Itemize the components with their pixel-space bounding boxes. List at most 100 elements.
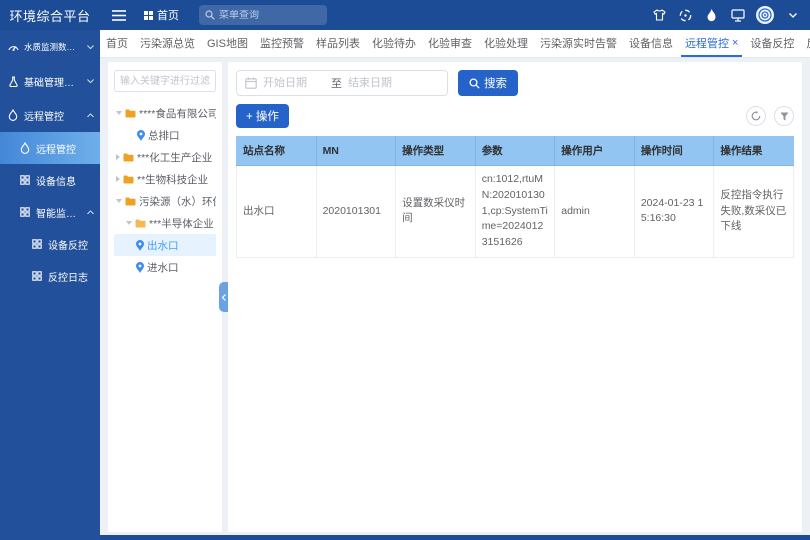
tree-node-label: **生物科技企业 [137,172,208,187]
sidebar-item-label: 远程管控 [24,108,83,123]
tree-node-label: 进水口 [147,260,179,275]
action-toolbar: + 操作 [236,104,794,128]
tree-node-epa-bureau[interactable]: 污染源（水）环保局 [114,190,216,212]
tab-gis-map[interactable]: GIS地图 [203,30,252,57]
sidebar-group-remote-control[interactable]: 远程管控 [0,98,100,132]
refresh-button[interactable] [746,106,766,126]
sidebar-item-device-info[interactable]: 设备信息 [0,164,100,196]
tab-bar: 首页 污染源总览 GIS地图 监控预警 样品列表 化验待办 化验审查 化验处理 … [100,30,810,58]
tab-monitor-warning[interactable]: 监控预警 [256,30,308,57]
sidebar-item-label: 设备反控 [48,237,95,252]
site-tree-panel: ****食品有限公司 总排口 ***化工生产企业 **生物科技企业 污染源（水）… [108,62,222,532]
menu-search[interactable] [199,5,327,25]
col-site-name: 站点名称 [237,136,317,166]
chevron-down-icon [87,79,95,84]
sidebar-item-label: 设备信息 [36,173,95,188]
app-title: 环境综合平台 [0,0,100,30]
tree-node-label: 出水口 [147,238,179,253]
filter-columns-button[interactable] [774,106,794,126]
footer-bar [0,535,810,540]
tree-filter-input[interactable] [114,70,216,92]
folder-icon [135,219,146,228]
sidebar-item-basic-management[interactable]: 基础管理系统 [0,64,100,98]
table-row[interactable]: 出水口 2020101301 设置数采仪时间 cn:1012,rtuMN:202… [237,166,794,258]
folder-icon [125,197,136,206]
col-op-time: 操作时间 [634,136,714,166]
tab-realtime-alarm[interactable]: 污染源实时告警 [536,30,621,57]
droplet-icon [8,109,20,121]
tab-reverse-control-log[interactable]: 反控日志 [802,30,810,57]
tree-node-company-semiconductor[interactable]: ***半导体企业 [114,212,216,234]
search-button-label: 搜索 [484,75,507,91]
search-button[interactable]: 搜索 [458,70,518,96]
end-date-input[interactable] [348,77,410,89]
table-header-row: 站点名称 MN 操作类型 参数 操作用户 操作时间 操作结果 [237,136,794,166]
avatar[interactable] [756,6,774,24]
tree-node-label: ***半导体企业 [149,216,214,231]
grid-icon [32,271,44,281]
tab-lab-process[interactable]: 化验处理 [480,30,532,57]
sidebar-item-water-quality-analysis[interactable]: 水质监测数据综合分析 [0,30,100,64]
tab-label: 远程管控 [685,35,729,51]
caret-right-icon[interactable] [116,176,120,182]
search-icon [205,10,215,20]
home-grid-icon [144,11,153,20]
tree-node-company-food[interactable]: ****食品有限公司 [114,102,216,124]
cell-params: cn:1012,rtuMN:2020101301,cp:SystemTime=2… [475,166,555,258]
tree-node-outlet[interactable]: 出水口 [114,234,216,256]
theme-shirt-icon[interactable] [652,8,667,23]
tab-home[interactable]: 首页 [102,30,132,57]
tree-node-inlet[interactable]: 进水口 [114,256,216,278]
col-params: 参数 [475,136,555,166]
tree-node-company-biotech[interactable]: **生物科技企业 [114,168,216,190]
close-icon[interactable]: × [732,37,738,49]
tree-node-label: ****食品有限公司 [139,106,216,121]
flask-icon [8,76,20,87]
panel-collapse-handle[interactable] [219,282,228,312]
operate-button[interactable]: + 操作 [236,104,289,128]
tab-pollution-overview[interactable]: 污染源总览 [136,30,199,57]
cell-op-user: admin [555,166,635,258]
breadcrumb-home[interactable]: 首页 [144,7,179,23]
tab-sample-list[interactable]: 样品列表 [312,30,364,57]
sidebar-item-device-reverse-control[interactable]: 设备反控 [0,228,100,260]
caret-down-icon[interactable] [116,199,122,203]
tab-device-info[interactable]: 设备信息 [625,30,677,57]
sidebar-group-smart-terminal[interactable]: 智能监测终端 [0,196,100,228]
sidebar-item-label: 水质监测数据综合分析 [24,41,83,53]
flame-icon[interactable] [704,8,719,23]
site-tree: ****食品有限公司 总排口 ***化工生产企业 **生物科技企业 污染源（水）… [114,102,216,278]
tab-remote-control[interactable]: 远程管控 × [681,30,742,57]
sidebar-item-reverse-control-log[interactable]: 反控日志 [0,260,100,292]
cell-site-name: 出水口 [237,166,317,258]
sidebar-item-remote-control[interactable]: 远程管控 [0,132,100,164]
hamburger-icon[interactable] [112,10,126,21]
chevron-up-icon [87,113,95,118]
tab-lab-review[interactable]: 化验审查 [424,30,476,57]
sidebar-nav: 水质监测数据综合分析 基础管理系统 远程管控 远程管控 设备信息 [0,30,100,540]
top-header: 环境综合平台 首页 [0,0,810,30]
col-op-result: 操作结果 [714,136,794,166]
cell-op-time: 2024-01-23 15:16:30 [634,166,714,258]
screen-segment-icon[interactable] [678,8,693,23]
tree-node-company-chemical[interactable]: ***化工生产企业 [114,146,216,168]
pin-icon [137,130,145,141]
caret-down-icon[interactable] [126,221,132,225]
header-actions [652,6,810,24]
caret-right-icon[interactable] [116,154,120,160]
menu-search-input[interactable] [219,10,309,21]
tab-device-reverse-control[interactable]: 设备反控 [746,30,798,57]
monitor-icon[interactable] [730,8,745,23]
sidebar-item-label: 远程管控 [36,141,95,156]
col-op-type: 操作类型 [396,136,476,166]
operate-button-label: + 操作 [246,108,279,124]
caret-down-icon[interactable] [116,111,122,115]
calendar-icon [245,77,257,89]
start-date-input[interactable] [263,77,325,89]
cell-op-result: 反控指令执行失败,数采仪已下线 [714,166,794,258]
tab-lab-todo[interactable]: 化验待办 [368,30,420,57]
analysis-gauge-icon [8,42,20,53]
date-range-picker[interactable]: 至 [236,70,448,96]
tree-node-main-outlet[interactable]: 总排口 [114,124,216,146]
chevron-down-icon[interactable] [785,8,800,23]
